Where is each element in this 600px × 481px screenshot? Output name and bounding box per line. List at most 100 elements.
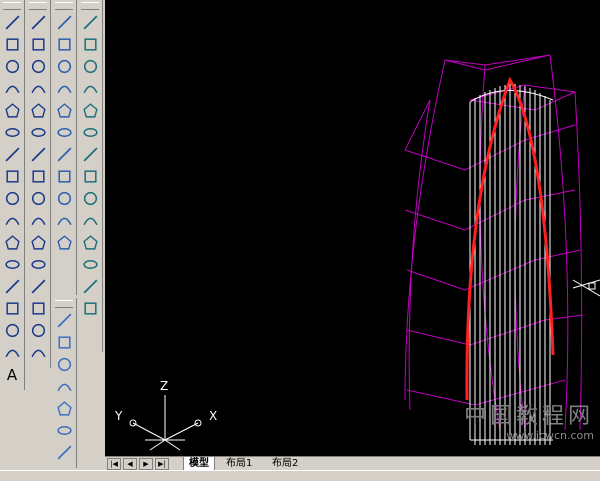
nw-iso-button[interactable] bbox=[53, 210, 75, 231]
top-view-button[interactable] bbox=[53, 12, 75, 33]
toolbar-grip[interactable] bbox=[55, 2, 73, 10]
spline-button[interactable] bbox=[1, 188, 23, 209]
tab-next-button[interactable]: ▶ bbox=[139, 458, 153, 470]
bottom-view-button[interactable] bbox=[53, 34, 75, 55]
sw-iso-button[interactable] bbox=[53, 144, 75, 165]
tab-layout1[interactable]: 布局1 bbox=[221, 457, 257, 470]
ucs-world-button[interactable] bbox=[79, 34, 101, 55]
polyline-button[interactable] bbox=[1, 56, 23, 77]
drawing-viewport[interactable]: Z X Y 中国教程网 www.jcwcn.com bbox=[105, 0, 600, 456]
hatch-button[interactable] bbox=[1, 320, 23, 341]
ucs-view-button[interactable] bbox=[79, 122, 101, 143]
tab-prev-button[interactable]: ◀ bbox=[123, 458, 137, 470]
mirror-icon bbox=[31, 59, 45, 74]
vertical-section-lines bbox=[469, 84, 554, 445]
ucs-origin-icon bbox=[83, 147, 97, 162]
ucs-origin-button[interactable] bbox=[79, 144, 101, 165]
break-button[interactable] bbox=[27, 254, 49, 275]
2d-wireframe-icon bbox=[57, 313, 71, 328]
arc-icon bbox=[4, 128, 20, 137]
left-view-button[interactable] bbox=[53, 56, 75, 77]
region-button[interactable] bbox=[1, 342, 23, 363]
line-button[interactable] bbox=[1, 12, 23, 33]
polygon-button[interactable] bbox=[1, 78, 23, 99]
flat-edges-button[interactable] bbox=[53, 420, 75, 441]
ucs-3point-button[interactable] bbox=[79, 188, 101, 209]
layout-tab-bar: |◀ ◀ ▶ ▶| 模型 布局1 布局2 bbox=[105, 456, 600, 471]
copy-button[interactable] bbox=[27, 34, 49, 55]
tab-first-button[interactable]: |◀ bbox=[107, 458, 121, 470]
trim-button[interactable] bbox=[27, 210, 49, 231]
offset-button[interactable] bbox=[27, 78, 49, 99]
toolbar-grip[interactable] bbox=[55, 300, 73, 308]
ucs-button[interactable] bbox=[79, 12, 101, 33]
tab-model[interactable]: 模型 bbox=[183, 457, 215, 470]
gouraud-edges-button[interactable] bbox=[53, 442, 75, 463]
toolbar-grip[interactable] bbox=[29, 2, 47, 10]
ucs-view-icon bbox=[82, 128, 98, 137]
ucs-z-button[interactable] bbox=[79, 254, 101, 275]
status-bar bbox=[0, 470, 600, 481]
array-button[interactable] bbox=[27, 100, 49, 121]
front-view-button[interactable] bbox=[53, 100, 75, 121]
tab-layout2[interactable]: 布局2 bbox=[267, 457, 303, 470]
se-iso-button[interactable] bbox=[53, 166, 75, 187]
camera-button[interactable] bbox=[53, 232, 75, 253]
join-button[interactable] bbox=[27, 276, 49, 297]
rotate-button[interactable] bbox=[27, 144, 49, 165]
ellipse-arc-button[interactable] bbox=[1, 232, 23, 253]
multiline-text-icon: A bbox=[6, 365, 18, 384]
ucs-zaxis-icon bbox=[83, 170, 97, 183]
revision-cloud-button[interactable] bbox=[1, 166, 23, 187]
scale-button[interactable] bbox=[27, 166, 49, 187]
ucs-face-button[interactable] bbox=[79, 78, 101, 99]
move-button[interactable] bbox=[27, 122, 49, 143]
ucs-y-button[interactable] bbox=[79, 232, 101, 253]
rotate-icon bbox=[31, 147, 45, 162]
arc-button[interactable] bbox=[1, 122, 23, 143]
toolbar-grip[interactable] bbox=[81, 2, 99, 10]
fillet-button[interactable] bbox=[27, 320, 49, 341]
tab-last-button[interactable]: ▶| bbox=[155, 458, 169, 470]
ne-iso-button[interactable] bbox=[53, 188, 75, 209]
mirror-button[interactable] bbox=[27, 56, 49, 77]
3d-wireframe-button[interactable] bbox=[53, 332, 75, 353]
move-icon bbox=[30, 128, 46, 137]
rectangle-button[interactable] bbox=[1, 100, 23, 121]
flat-shaded-button[interactable] bbox=[53, 376, 75, 397]
erase-button[interactable] bbox=[27, 12, 49, 33]
ucs-face-icon bbox=[82, 85, 98, 94]
point-button[interactable] bbox=[1, 298, 23, 319]
hidden-button[interactable] bbox=[53, 354, 75, 375]
shade-toolbar bbox=[52, 298, 77, 468]
ucs-x-button[interactable] bbox=[79, 210, 101, 231]
make-block-button[interactable] bbox=[1, 276, 23, 297]
circle-button[interactable] bbox=[1, 144, 23, 165]
camera-icon bbox=[56, 235, 72, 250]
ucs-zaxis-button[interactable] bbox=[79, 166, 101, 187]
ucs-object-button[interactable] bbox=[79, 100, 101, 121]
named-ucs-button[interactable] bbox=[79, 298, 101, 319]
model-space-drawing: Z X Y bbox=[114, 54, 600, 451]
2d-wireframe-button[interactable] bbox=[53, 310, 75, 331]
ellipse-button[interactable] bbox=[1, 210, 23, 231]
gouraud-shaded-button[interactable] bbox=[53, 398, 75, 419]
explode-button[interactable] bbox=[27, 342, 49, 363]
bottom-view-icon bbox=[57, 38, 71, 51]
ucs-previous-button[interactable] bbox=[79, 56, 101, 77]
multiline-text-button[interactable]: A bbox=[1, 364, 23, 385]
flat-edges-icon bbox=[56, 426, 72, 435]
stretch-button[interactable] bbox=[27, 188, 49, 209]
ucs-apply-button[interactable] bbox=[79, 276, 101, 297]
ucs-toolbar bbox=[78, 0, 103, 352]
extend-button[interactable] bbox=[27, 232, 49, 253]
insert-block-button[interactable] bbox=[1, 254, 23, 275]
back-view-icon bbox=[56, 128, 72, 137]
right-view-button[interactable] bbox=[53, 78, 75, 99]
toolbar-grip[interactable] bbox=[3, 2, 21, 10]
3d-wireframe-icon bbox=[57, 336, 71, 349]
back-view-button[interactable] bbox=[53, 122, 75, 143]
revision-cloud-icon bbox=[5, 170, 19, 183]
chamfer-button[interactable] bbox=[27, 298, 49, 319]
construction-line-button[interactable] bbox=[1, 34, 23, 55]
